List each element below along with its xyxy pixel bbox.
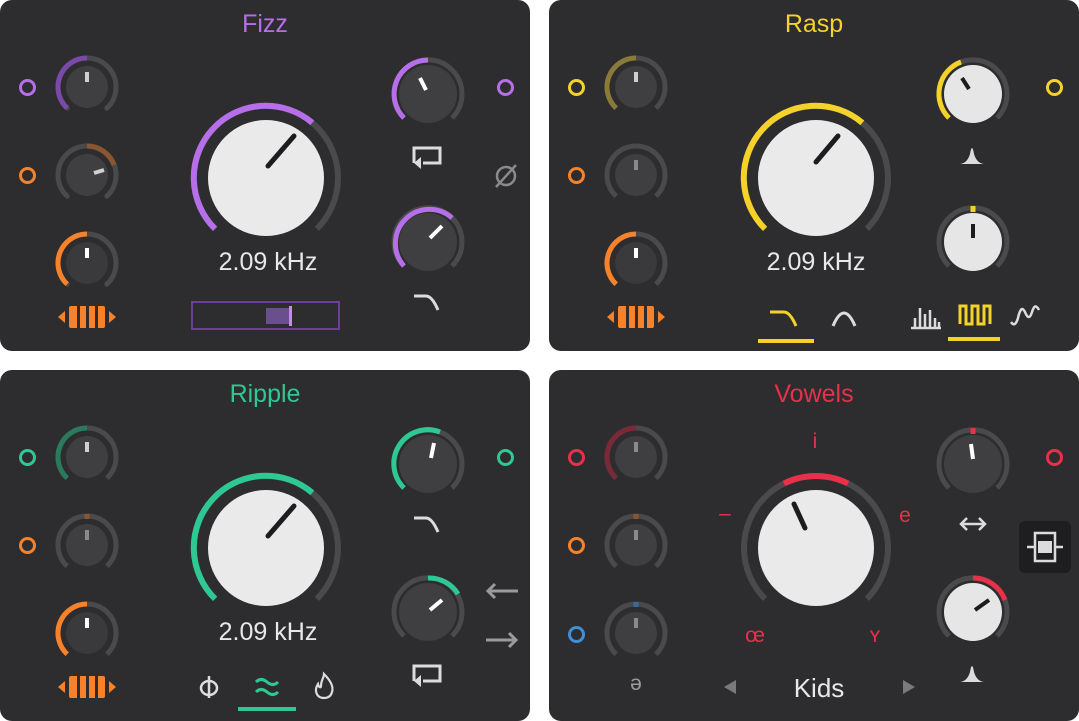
vowel-label-y: ʏ <box>869 624 881 647</box>
rasp-mod-port-1[interactable] <box>568 79 585 96</box>
vowel-label-oe: œ <box>745 624 765 647</box>
resonance-peak-icon <box>957 142 987 171</box>
ripple-frequency-readout: 2.09 kHz <box>218 618 318 646</box>
rasp-mod-port-3[interactable] <box>1046 79 1063 96</box>
stack-icon[interactable] <box>1019 521 1071 573</box>
comb-icon[interactable] <box>909 304 943 335</box>
rasp-frequency-readout: 2.09 kHz <box>766 248 866 276</box>
phase-invert-icon[interactable] <box>492 162 520 195</box>
ripple-title: Ripple <box>229 380 301 408</box>
fizz-position-slider[interactable] <box>191 301 340 330</box>
fizz-slider-marker <box>289 306 292 326</box>
ripple-mod-port-3[interactable] <box>497 449 514 466</box>
vowel-label-i: i <box>812 430 818 453</box>
swap-horizontal-icon[interactable] <box>957 514 989 539</box>
resonance-peak-icon <box>957 660 987 689</box>
vowels-mod-port-1[interactable] <box>568 449 585 466</box>
fizz-mod-port-3[interactable] <box>497 79 514 96</box>
fizz-title: Fizz <box>242 10 288 38</box>
vowels-mod-port-2[interactable] <box>568 537 585 554</box>
keyboard-tracking-icon[interactable] <box>58 304 116 335</box>
vowel-label-schwa: ə <box>630 672 642 695</box>
sine-wave-icon[interactable] <box>1009 302 1043 333</box>
ripple-mod-port-2[interactable] <box>19 537 36 554</box>
vowels-mod-port-4[interactable] <box>1046 449 1063 466</box>
vowel-label-dash: – <box>719 502 731 525</box>
arrow-left-icon[interactable] <box>484 581 520 606</box>
vowels-panel: Vowels ə i e – œ ʏ Kids <box>549 370 1079 721</box>
fizz-mod-port-2[interactable] <box>19 167 36 184</box>
approx-wave-icon[interactable] <box>238 672 296 719</box>
ripple-panel: Ripple 2.09 kHz <box>0 370 530 721</box>
keyboard-tracking-icon[interactable] <box>58 674 116 705</box>
lowpass-slope-icon <box>412 514 442 541</box>
bandpass-icon[interactable] <box>829 306 859 335</box>
feedback-loop-icon[interactable] <box>411 145 443 178</box>
arrow-right-icon[interactable] <box>484 630 520 655</box>
vowels-preset-name[interactable]: Kids <box>769 673 869 704</box>
flame-icon[interactable] <box>312 671 336 705</box>
lowpass-slope-icon <box>412 292 442 319</box>
phi-icon[interactable] <box>196 674 222 705</box>
chevron-right-icon[interactable] <box>901 678 917 701</box>
vowels-title: Vowels <box>774 380 854 408</box>
rasp-panel: Rasp 2.09 kHz <box>549 0 1079 351</box>
vowels-mod-port-3[interactable] <box>568 626 585 643</box>
rasp-title: Rasp <box>784 10 844 38</box>
feedback-loop-icon[interactable] <box>411 663 443 696</box>
chevron-left-icon[interactable] <box>722 678 738 701</box>
fizz-frequency-readout: 2.09 kHz <box>218 248 318 276</box>
rasp-mod-port-2[interactable] <box>568 167 585 184</box>
keyboard-tracking-icon[interactable] <box>607 304 665 335</box>
fizz-mod-port-1[interactable] <box>19 79 36 96</box>
lowpass-slope-icon[interactable] <box>758 306 814 351</box>
square-wave-icon[interactable] <box>948 302 1000 349</box>
fizz-panel: Fizz 2.09 kHz <box>0 0 530 351</box>
vowel-label-e: e <box>899 504 911 527</box>
ripple-mod-port-1[interactable] <box>19 449 36 466</box>
